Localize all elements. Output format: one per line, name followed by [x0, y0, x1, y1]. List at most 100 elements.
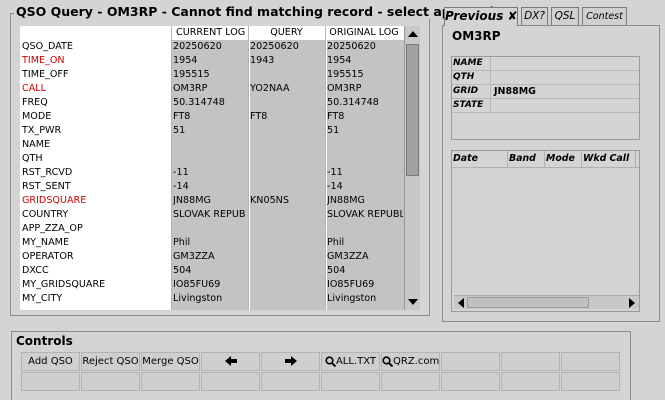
header-current-log[interactable]: CURRENT LOG [176, 26, 249, 40]
cell-query[interactable] [250, 180, 323, 194]
cell-original-log[interactable]: GM3ZZA [327, 250, 403, 264]
cell-query[interactable] [250, 208, 323, 222]
table-row[interactable]: TIME_OFF 195515 195515 [20, 68, 404, 82]
column-band[interactable]: Band [508, 151, 545, 167]
cell-query[interactable] [250, 152, 323, 166]
cell-current-log[interactable]: 51 [173, 124, 246, 138]
scroll-down-arrow-icon[interactable] [408, 299, 418, 305]
table-row[interactable]: FREQ 50.314748 50.314748 [20, 96, 404, 110]
cell-original-log[interactable]: SLOVAK REPUBL [327, 208, 403, 222]
cell-current-log[interactable]: 504 [173, 264, 246, 278]
column-mode[interactable]: Mode [545, 151, 582, 167]
cell-query[interactable] [250, 264, 323, 278]
cell-original-log[interactable] [327, 138, 403, 152]
column-date[interactable]: Date [452, 151, 508, 167]
table-row[interactable]: MY_CITY Livingston Livingston [20, 292, 404, 306]
cell-original-log[interactable]: FT8 [327, 110, 403, 124]
cell-current-log[interactable]: IO85FU69 [173, 278, 246, 292]
cell-current-log[interactable]: 50.314748 [173, 96, 246, 110]
cell-current-log[interactable]: FT8 [173, 110, 246, 124]
cell-original-log[interactable]: 195515 [327, 68, 403, 82]
cell-query[interactable] [250, 124, 323, 138]
header-original-log[interactable]: ORIGINAL LOG [326, 26, 402, 40]
cell-original-log[interactable]: -14 [327, 180, 403, 194]
tab-contest[interactable]: Contest [582, 7, 627, 25]
next-record-button[interactable] [261, 352, 320, 371]
scrollbar-thumb[interactable] [467, 297, 589, 308]
cell-current-log[interactable] [173, 138, 246, 152]
cell-query[interactable] [250, 222, 323, 236]
cell-current-log[interactable]: Livingston [173, 292, 246, 306]
cell-current-log[interactable]: Phil [173, 236, 246, 250]
table-row[interactable]: OPERATOR GM3ZZA GM3ZZA [20, 250, 404, 264]
table-row[interactable]: DXCC 504 504 [20, 264, 404, 278]
cell-original-log[interactable]: -11 [327, 166, 403, 180]
scroll-left-arrow-icon[interactable] [458, 298, 464, 308]
table-row[interactable]: RST_RCVD -11 -11 [20, 166, 404, 180]
cell-original-log[interactable]: Phil [327, 236, 403, 250]
cell-current-log[interactable]: -11 [173, 166, 246, 180]
table-row[interactable]: NAME [20, 138, 404, 152]
cell-current-log[interactable]: OM3RP [173, 82, 246, 96]
search-qrz-button[interactable]: QRZ.com [381, 352, 440, 371]
cell-query[interactable]: 20250620 [250, 40, 323, 54]
cell-original-log[interactable]: 1954 [327, 54, 403, 68]
cell-query[interactable]: KN05NS [250, 194, 323, 208]
tab-previous[interactable]: Previous ✘ [444, 7, 518, 26]
vertical-scrollbar[interactable] [404, 26, 420, 310]
column-extra[interactable] [636, 151, 640, 167]
cell-original-log[interactable] [327, 222, 403, 236]
cell-query[interactable] [250, 96, 323, 110]
table-row[interactable]: MY_GRIDSQUARE IO85FU69 IO85FU69 [20, 278, 404, 292]
tab-qsl[interactable]: QSL [551, 7, 579, 25]
cell-query[interactable]: 1943 [250, 54, 323, 68]
cell-current-log[interactable]: SLOVAK REPUBL [173, 208, 246, 222]
cell-current-log[interactable]: 20250620 [173, 40, 246, 54]
table-row[interactable]: GRIDSQUARE JN88MG KN05NS JN88MG [20, 194, 404, 208]
cell-original-log[interactable]: 20250620 [327, 40, 403, 54]
table-row[interactable]: RST_SENT -14 -14 [20, 180, 404, 194]
previous-record-button[interactable] [201, 352, 260, 371]
scroll-up-arrow-icon[interactable] [408, 31, 418, 37]
cell-current-log[interactable]: JN88MG [173, 194, 246, 208]
cell-query[interactable] [250, 250, 323, 264]
table-row[interactable]: MODE FT8 FT8 FT8 [20, 110, 404, 124]
cell-original-log[interactable]: JN88MG [327, 194, 403, 208]
table-row[interactable]: APP_ZZA_OP [20, 222, 404, 236]
scrollbar-thumb[interactable] [406, 44, 419, 176]
table-row[interactable]: QSO_DATE 20250620 20250620 20250620 [20, 40, 404, 54]
cell-query[interactable]: FT8 [250, 110, 323, 124]
table-row[interactable]: TX_PWR 51 51 [20, 124, 404, 138]
cell-query[interactable] [250, 166, 323, 180]
merge-qso-button[interactable]: Merge QSO [141, 352, 200, 371]
cell-current-log[interactable]: 195515 [173, 68, 246, 82]
cell-current-log[interactable]: 1954 [173, 54, 246, 68]
cell-original-log[interactable]: OM3RP [327, 82, 403, 96]
tab-dx[interactable]: DX? [521, 7, 548, 25]
search-all-txt-button[interactable]: ALL.TXT [321, 352, 380, 371]
cell-query[interactable] [250, 138, 323, 152]
add-qso-button[interactable]: Add QSO [21, 352, 80, 371]
horizontal-scrollbar[interactable] [454, 295, 639, 309]
header-query[interactable]: QUERY [250, 26, 323, 40]
cell-query[interactable] [250, 68, 323, 82]
reject-qso-button[interactable]: Reject QSO [81, 352, 140, 371]
column-wkd-call[interactable]: Wkd Call [582, 151, 636, 167]
cell-original-log[interactable]: 51 [327, 124, 403, 138]
table-row[interactable]: MY_NAME Phil Phil [20, 236, 404, 250]
cell-current-log[interactable]: GM3ZZA [173, 250, 246, 264]
close-icon[interactable]: ✘ [508, 9, 518, 23]
cell-original-log[interactable]: Livingston [327, 292, 403, 306]
table-row[interactable]: QTH [20, 152, 404, 166]
scroll-right-arrow-icon[interactable] [629, 298, 635, 308]
cell-query[interactable] [250, 292, 323, 306]
cell-query[interactable] [250, 236, 323, 250]
cell-original-log[interactable] [327, 152, 403, 166]
table-row[interactable]: TIME_ON 1954 1943 1954 [20, 54, 404, 68]
cell-original-log[interactable]: 504 [327, 264, 403, 278]
cell-current-log[interactable]: -14 [173, 180, 246, 194]
cell-original-log[interactable]: 50.314748 [327, 96, 403, 110]
table-row[interactable]: COUNTRY SLOVAK REPUBL SLOVAK REPUBL [20, 208, 404, 222]
cell-query[interactable] [250, 278, 323, 292]
cell-current-log[interactable] [173, 152, 246, 166]
